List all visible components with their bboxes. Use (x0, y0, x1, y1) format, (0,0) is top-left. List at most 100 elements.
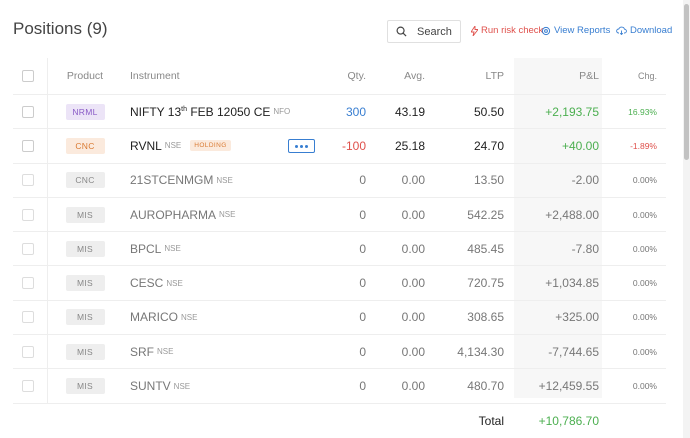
exchange-label: NSE (181, 312, 198, 322)
exchange-label: NSE (157, 347, 174, 357)
chg-value: 0.00% (632, 312, 657, 323)
qty-value: -100 (341, 138, 366, 153)
avg-value: 25.18 (394, 138, 425, 153)
instrument-name: NIFTY 13th FEB 12050 CE (130, 104, 271, 119)
product-badge: CNC (65, 172, 105, 189)
column-header-avg[interactable]: Avg. (373, 58, 425, 94)
table-row[interactable]: MIS SUNTV NSE 0 0.00 480.70 +12,459.55 0.… (13, 369, 666, 404)
table-row[interactable]: MIS AUROPHARMA NSE 0 0.00 542.25 +2,488.0… (13, 198, 666, 233)
instrument-name: 21STCENMGM (130, 173, 214, 188)
instrument-cell: SRF NSE (130, 335, 173, 368)
scrollbar-thumb[interactable] (684, 4, 689, 160)
exchange-label: NFO (273, 107, 291, 117)
exchange-label: NSE (164, 244, 181, 254)
instrument-cell: 21STCENMGM NSE (130, 164, 233, 197)
table-row[interactable]: MIS BPCL NSE 0 0.00 485.45 -7.80 0.00% (13, 232, 666, 267)
row-checkbox[interactable] (22, 311, 34, 324)
avg-value: 43.19 (394, 104, 425, 119)
table-row[interactable]: MIS MARICO NSE 0 0.00 308.65 +325.00 0.00… (13, 301, 666, 336)
table-row[interactable]: MIS CESC NSE 0 0.00 720.75 +1,034.85 0.00… (13, 266, 666, 301)
table-row[interactable]: CNC RVNL NSE HOLDING -100 25.18 24.70 +4… (13, 129, 666, 164)
pnl-value: -7.80 (571, 241, 599, 256)
instrument-cell: CESC NSE (130, 266, 183, 299)
avg-value: 0.00 (401, 241, 425, 256)
more-options-button[interactable] (288, 139, 315, 154)
ltp-value: 13.50 (473, 173, 504, 188)
table-row[interactable]: MIS SRF NSE 0 0.00 4,134.30 -7,744.65 0.0… (13, 335, 666, 370)
qty-value: 0 (359, 379, 366, 394)
row-checkbox[interactable] (22, 105, 34, 118)
run-risk-check-link[interactable]: Run risk check (471, 25, 543, 36)
qty-value: 0 (359, 344, 366, 359)
avg-value: 0.00 (401, 173, 425, 188)
chg-value: 0.00% (632, 175, 657, 186)
qty-value: 0 (359, 207, 366, 222)
table-header-row: Product Instrument Qty. Avg. LTP P&L Chg… (13, 58, 666, 95)
ltp-value: 542.25 (467, 207, 504, 222)
avg-value: 0.00 (401, 379, 425, 394)
cloud-download-icon (616, 26, 627, 35)
pnl-value: +2,488.00 (545, 207, 599, 222)
pnl-value: -2.00 (571, 173, 599, 188)
product-badge: MIS (65, 275, 105, 292)
pnl-value: +325.00 (555, 310, 599, 325)
row-checkbox[interactable] (22, 380, 34, 393)
instrument-name: RVNL (130, 138, 162, 153)
chg-value: 0.00% (632, 209, 657, 220)
product-badge: CNC (65, 137, 105, 154)
page-title: Positions (9) (13, 19, 108, 38)
ltp-value: 4,134.30 (457, 344, 504, 359)
search-button[interactable]: Search (387, 20, 461, 43)
qty-value: 300 (345, 104, 366, 119)
instrument-cell: AUROPHARMA NSE (130, 198, 235, 231)
column-header-ltp[interactable]: LTP (443, 58, 504, 94)
qty-value: 0 (359, 276, 366, 291)
column-header-instrument[interactable]: Instrument (130, 58, 180, 94)
table-footer-row: Total +10,786.70 (13, 404, 666, 438)
more-dots-icon (295, 144, 298, 148)
download-link[interactable]: Download (616, 25, 672, 36)
positions-table: Product Instrument Qty. Avg. LTP P&L Chg… (13, 58, 666, 438)
table-row[interactable]: NRML NIFTY 13th FEB 12050 CE NFO 300 43.… (13, 95, 666, 130)
row-checkbox[interactable] (22, 139, 34, 152)
row-checkbox[interactable] (22, 277, 34, 290)
row-checkbox[interactable] (22, 242, 34, 255)
ltp-value: 485.45 (467, 241, 504, 256)
instrument-name: CESC (130, 276, 164, 291)
qty-value: 0 (359, 310, 366, 325)
column-header-chg[interactable]: Chg. (609, 58, 657, 94)
instrument-name: SRF (130, 344, 154, 359)
product-badge: MIS (65, 378, 105, 395)
instrument-cell: SUNTV NSE (130, 369, 190, 402)
chg-value: -1.89% (630, 140, 657, 151)
row-checkbox[interactable] (22, 208, 34, 221)
view-reports-label: View Reports (554, 25, 611, 36)
select-all-checkbox[interactable] (22, 70, 34, 82)
instrument-cell: NIFTY 13th FEB 12050 CE NFO (130, 95, 290, 128)
column-header-product[interactable]: Product (57, 58, 113, 94)
table-row[interactable]: CNC 21STCENMGM NSE 0 0.00 13.50 -2.00 0.0… (13, 164, 666, 198)
run-risk-check-label: Run risk check (481, 25, 544, 36)
instrument-name: SUNTV (130, 379, 171, 394)
ltp-value: 24.70 (473, 138, 504, 153)
column-header-pnl[interactable]: P&L (513, 58, 599, 94)
instrument-cell: MARICO NSE (130, 301, 197, 334)
ltp-value: 50.50 (473, 104, 504, 119)
chg-value: 0.00% (632, 381, 657, 392)
product-badge: MIS (65, 343, 105, 360)
qty-value: 0 (359, 173, 366, 188)
view-reports-link[interactable]: View Reports (541, 25, 610, 36)
positions-header: Positions (9) Search Run risk check View… (0, 0, 690, 60)
avg-value: 0.00 (401, 344, 425, 359)
row-checkbox[interactable] (22, 345, 34, 358)
row-checkbox[interactable] (22, 174, 34, 187)
chg-value: 0.00% (632, 243, 657, 254)
settings-gear-icon (541, 26, 551, 35)
holding-tag: HOLDING (190, 140, 231, 152)
product-badge: MIS (65, 206, 105, 223)
column-header-qty[interactable]: Qty. (313, 58, 366, 94)
chg-value: 0.00% (632, 346, 657, 357)
exchange-label: NSE (216, 175, 233, 185)
pnl-value: +40.00 (561, 138, 599, 153)
avg-value: 0.00 (401, 310, 425, 325)
